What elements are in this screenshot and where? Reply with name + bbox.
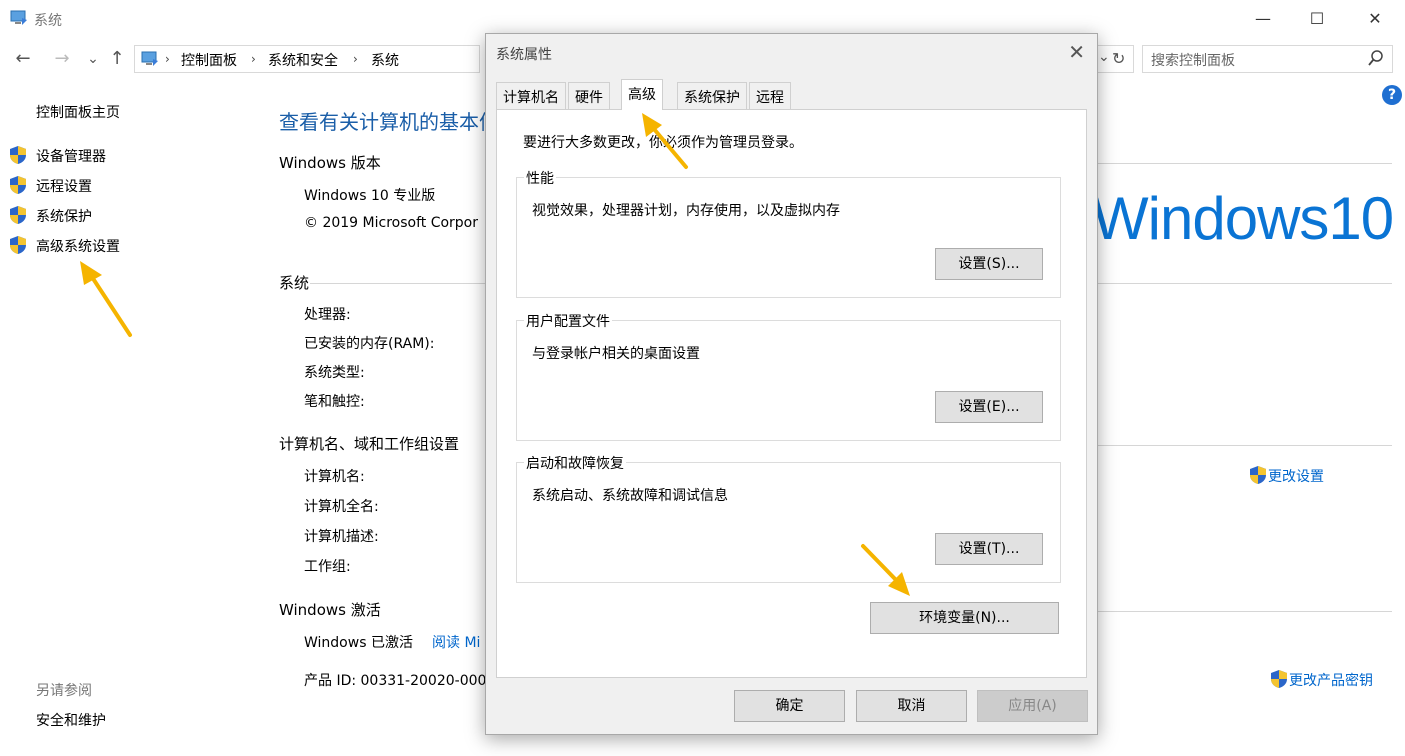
pen-touch-label: 笔和触控: (304, 394, 365, 410)
tab-computer-name[interactable]: 计算机名 (496, 82, 566, 109)
section-system: 系统 (279, 274, 310, 292)
maximize-button[interactable]: ☐ (1294, 4, 1340, 34)
windows-10-logo: Windows10 (1092, 185, 1394, 252)
divider (1098, 611, 1392, 612)
shield-icon (10, 146, 26, 164)
shield-icon (1271, 670, 1287, 688)
breadcrumb-separator: › (353, 52, 358, 66)
search-input[interactable]: 搜索控制面板 (1151, 50, 1235, 70)
annotation-arrow (80, 261, 132, 337)
section-activation: Windows 激活 (279, 601, 381, 619)
dialog-title: 系统属性 (496, 47, 552, 63)
sidebar-home-link[interactable]: 控制面板主页 (36, 102, 120, 122)
apply-button[interactable]: 应用(A) (977, 690, 1088, 722)
copyright-text: © 2019 Microsoft Corpor (304, 215, 478, 231)
address-controls: ⌄ ↻ (1098, 45, 1134, 73)
workgroup-label: 工作组: (304, 559, 351, 575)
full-computer-name-label: 计算机全名: (304, 499, 379, 515)
cancel-button[interactable]: 取消 (856, 690, 967, 722)
dialog-close-button[interactable]: ✕ (1068, 40, 1085, 64)
ok-button[interactable]: 确定 (734, 690, 845, 722)
window-title: 系统 (34, 13, 62, 29)
divider (1098, 163, 1392, 164)
group-description: 系统启动、系统故障和调试信息 (532, 488, 728, 504)
system-properties-dialog: 系统属性 ✕ 计算机名 硬件 高级 系统保护 远程 要进行大多数更改，你必须作为… (485, 33, 1098, 735)
read-license-link[interactable]: 阅读 Mi (432, 632, 480, 652)
startup-recovery-group: 启动和故障恢复 系统启动、系统故障和调试信息 设置(T)... (516, 453, 1061, 583)
breadcrumb-system-security[interactable]: 系统和安全 (268, 50, 338, 70)
see-also-security-maintenance[interactable]: 安全和维护 (36, 710, 106, 730)
tab-system-protection[interactable]: 系统保护 (677, 82, 747, 109)
forward-button[interactable]: → (51, 48, 73, 70)
minimize-button[interactable]: — (1240, 4, 1286, 34)
sidebar-item-device-manager[interactable]: 设备管理器 (36, 146, 106, 166)
help-button[interactable]: ? (1382, 85, 1402, 105)
section-computer-name: 计算机名、域和工作组设置 (279, 435, 460, 453)
search-box[interactable]: 搜索控制面板 (1142, 45, 1393, 73)
refresh-button[interactable]: ↻ (1112, 49, 1125, 68)
advanced-panel: 要进行大多数更改，你必须作为管理员登录。 性能 视觉效果，处理器计划，内存使用，… (496, 109, 1087, 678)
group-label: 启动和故障恢复 (524, 453, 626, 473)
computer-icon (141, 51, 158, 66)
shield-icon (10, 206, 26, 224)
tab-advanced[interactable]: 高级 (621, 79, 663, 110)
startup-recovery-settings-button[interactable]: 设置(T)... (935, 533, 1043, 565)
shield-icon (10, 236, 26, 254)
tab-remote[interactable]: 远程 (749, 82, 791, 109)
close-button[interactable]: ✕ (1352, 4, 1398, 34)
breadcrumb-system[interactable]: 系统 (371, 50, 399, 70)
performance-settings-button[interactable]: 设置(S)... (935, 248, 1043, 280)
computer-description-label: 计算机描述: (304, 529, 379, 545)
processor-label: 处理器: (304, 307, 351, 323)
section-windows-edition: Windows 版本 (279, 154, 381, 172)
divider (1098, 445, 1392, 446)
divider (1098, 283, 1392, 284)
back-button[interactable]: ← (12, 48, 34, 70)
page-title: 查看有关计算机的基本信 (279, 112, 499, 134)
shield-icon (1250, 466, 1266, 484)
group-label: 用户配置文件 (524, 311, 612, 331)
ram-label: 已安装的内存(RAM): (304, 336, 435, 352)
group-label: 性能 (524, 168, 556, 188)
see-also-title: 另请参阅 (36, 683, 92, 699)
sidebar-item-system-protection[interactable]: 系统保护 (36, 206, 92, 226)
system-type-label: 系统类型: (304, 365, 365, 381)
breadcrumb-control-panel[interactable]: 控制面板 (181, 50, 237, 70)
change-settings-link[interactable]: 更改设置 (1268, 466, 1324, 486)
user-profiles-group: 用户配置文件 与登录帐户相关的桌面设置 设置(E)... (516, 311, 1061, 441)
divider (310, 283, 485, 284)
up-button[interactable]: ↑ (106, 48, 128, 70)
shield-icon (10, 176, 26, 194)
computer-icon (10, 10, 27, 25)
sidebar-item-advanced-settings[interactable]: 高级系统设置 (36, 236, 120, 256)
group-description: 视觉效果，处理器计划，内存使用，以及虚拟内存 (532, 203, 840, 219)
breadcrumb-separator: › (251, 52, 256, 66)
product-id: 产品 ID: 00331-20020-000 (304, 673, 487, 689)
recent-locations-button[interactable]: ⌄ (82, 48, 104, 70)
tab-hardware[interactable]: 硬件 (568, 82, 610, 109)
user-profiles-settings-button[interactable]: 设置(E)... (935, 391, 1043, 423)
edition-value: Windows 10 专业版 (304, 188, 436, 204)
activation-status: Windows 已激活 (304, 635, 413, 651)
admin-notice: 要进行大多数更改，你必须作为管理员登录。 (523, 135, 803, 151)
address-bar[interactable]: › 控制面板 › 系统和安全 › 系统 (134, 45, 480, 73)
group-description: 与登录帐户相关的桌面设置 (532, 346, 700, 362)
change-product-key-link[interactable]: 更改产品密钥 (1289, 670, 1373, 690)
search-icon[interactable] (1368, 49, 1384, 67)
computer-name-label: 计算机名: (304, 469, 365, 485)
address-dropdown-button[interactable]: ⌄ (1098, 49, 1110, 65)
sidebar-item-remote-settings[interactable]: 远程设置 (36, 176, 92, 196)
performance-group: 性能 视觉效果，处理器计划，内存使用，以及虚拟内存 设置(S)... (516, 168, 1061, 298)
breadcrumb-separator: › (165, 52, 170, 66)
environment-variables-button[interactable]: 环境变量(N)... (870, 602, 1059, 634)
